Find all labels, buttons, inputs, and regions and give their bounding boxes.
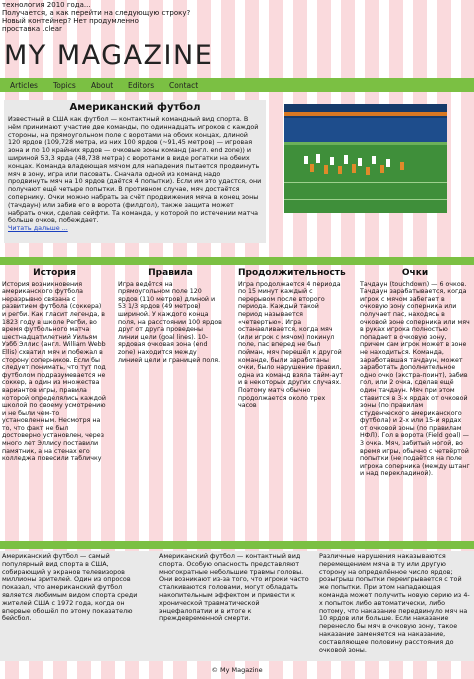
nav-articles[interactable]: Articles xyxy=(10,81,38,90)
section-divider xyxy=(0,257,474,265)
site-logo[interactable]: MY MAGAZINE xyxy=(4,40,213,71)
column-rules: Правила Игра ведётся на прямоугольном по… xyxy=(118,268,223,364)
column-points: Очки Тачдаун (touchdown) — 6 очков. Тачд… xyxy=(360,268,470,478)
lower-text-1: Американский футбол — самый популярный в… xyxy=(2,552,138,623)
feature-article: Американский футбол Известный в США как … xyxy=(4,100,266,243)
nav-about[interactable]: About xyxy=(91,81,113,90)
feature-body: Известный в США как футбол — контактный … xyxy=(8,115,262,233)
column-duration: Продолжительность Игра продолжается 4 пе… xyxy=(238,268,346,410)
football-photo xyxy=(284,104,447,213)
footer: © My Magazine xyxy=(211,666,263,674)
lower-text-2: Американский футбол — контактный вид спо… xyxy=(159,552,309,623)
nav-topics[interactable]: Topics xyxy=(53,81,76,90)
feature-title: Американский футбол xyxy=(69,102,201,113)
column-title: История xyxy=(33,268,76,278)
column-body: Игра ведётся на прямоугольном поле 120 я… xyxy=(118,280,222,364)
column-title: Очки xyxy=(401,268,429,278)
main-nav: Articles Topics About Editors Contact xyxy=(0,78,474,92)
feature-text: Известный в США как футбол — контактный … xyxy=(8,115,262,225)
column-body: История возникновения американского футб… xyxy=(2,280,106,463)
column-body: Тачдаун (touchdown) — 6 очков. Тачдаун з… xyxy=(360,280,470,478)
top-note: технология 2010 года... Получается, а ка… xyxy=(2,1,191,33)
nav-editors[interactable]: Editors xyxy=(128,81,154,90)
column-body: Игра продолжается 4 периода по 15 минут … xyxy=(238,280,343,410)
read-more-link[interactable]: Читать дальше ... xyxy=(8,224,68,232)
section-divider xyxy=(0,541,474,549)
lower-text-3: Различные нарушения наказываются перемещ… xyxy=(319,552,470,654)
column-history: История История возникновения американск… xyxy=(2,268,107,463)
nav-contact[interactable]: Contact xyxy=(169,81,198,90)
column-title: Правила xyxy=(148,268,193,278)
column-title: Продолжительность xyxy=(238,268,346,278)
